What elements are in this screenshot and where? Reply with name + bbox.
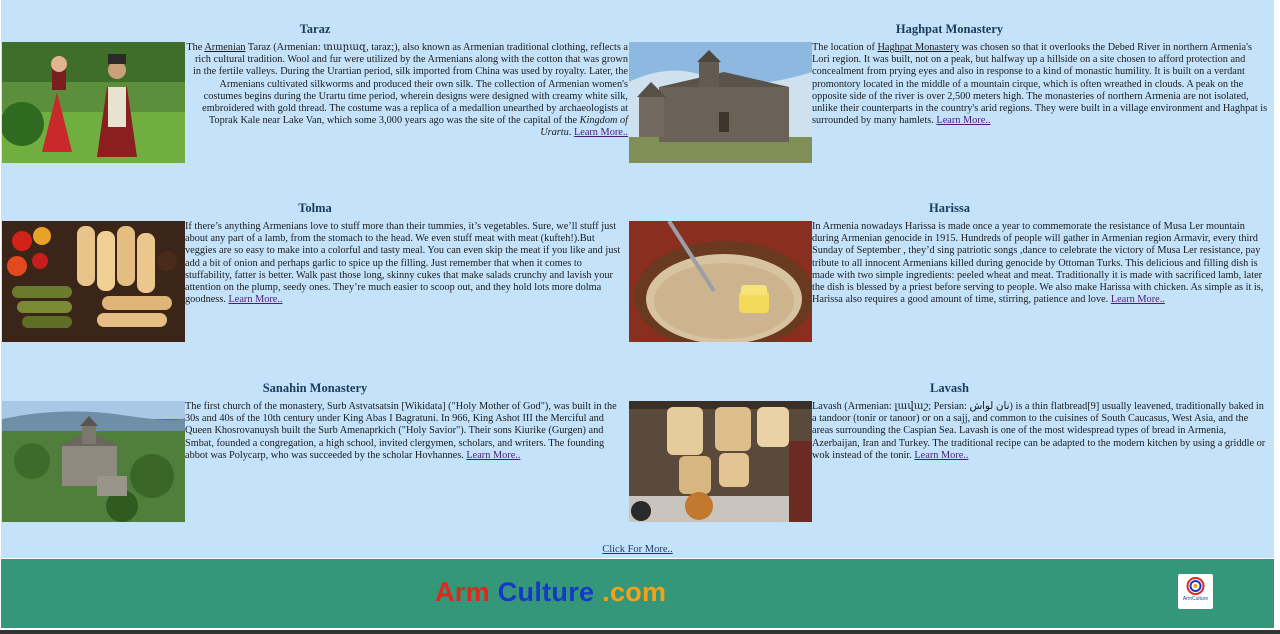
- harissa-image: [629, 221, 812, 342]
- card-text: In Armenia nowadays Harissa is made once…: [812, 221, 1264, 306]
- taraz-image: [2, 42, 185, 163]
- tolma-image: [2, 221, 185, 342]
- logo-emblem-icon: [1186, 577, 1205, 595]
- learn-more-link[interactable]: Learn More..: [914, 450, 968, 461]
- content-area: Taraz The Armenian Taraz (Armenian: տարա…: [1, 0, 1274, 558]
- card-text: If there’s anything Armenians love to st…: [185, 221, 621, 306]
- card-haghpat-monastery: Haghpat Monastery The location of Haghpa…: [629, 22, 1270, 172]
- brand-part-arm: Arm: [435, 577, 490, 607]
- card-text: The first church of the monastery, Surb …: [185, 401, 617, 461]
- card-title: Sanahin Monastery: [262, 381, 368, 395]
- card-taraz: Taraz The Armenian Taraz (Armenian: տարա…: [2, 22, 628, 172]
- brand-part-com: .com: [594, 577, 667, 607]
- card-sanahin-monastery: Sanahin Monastery The first church of th…: [2, 381, 628, 531]
- brand-wordmark[interactable]: Arm Culture .com: [435, 577, 666, 608]
- learn-more-link[interactable]: Learn More..: [936, 115, 990, 126]
- learn-more-link[interactable]: Learn More..: [466, 450, 520, 461]
- card-tolma: Tolma If there’s anything Armenians love…: [2, 201, 628, 351]
- card-title: Tolma: [298, 201, 332, 215]
- card-title: Harissa: [929, 201, 970, 215]
- card-title: Taraz: [299, 22, 331, 36]
- learn-more-link[interactable]: Learn More..: [574, 127, 628, 138]
- click-for-more-link[interactable]: Click For More..: [602, 544, 673, 555]
- learn-more-link[interactable]: Learn More..: [228, 294, 282, 305]
- window-bottom-edge: [0, 630, 1280, 634]
- lavash-image: [629, 401, 812, 522]
- logo-caption: ArmCulture: [1182, 596, 1209, 602]
- card-title: Haghpat Monastery: [895, 22, 1004, 36]
- armenian-link[interactable]: Armenian: [204, 42, 245, 53]
- card-text: The location of Haghpat Monastery was ch…: [812, 42, 1268, 127]
- brand-logo[interactable]: ArmCulture: [1178, 574, 1213, 609]
- haghpat-image: [629, 42, 812, 163]
- click-more-container: Click For More..: [1, 544, 1274, 555]
- card-title: Lavash: [930, 381, 969, 395]
- card-text: Lavash (Armenian: լավաշ; Persian: نان لو…: [812, 401, 1266, 461]
- card-lavash: Lavash Lavash (Armenian: լավաշ; Persian:…: [629, 381, 1270, 531]
- card-harissa: Harissa In Armenia nowadays Harissa is m…: [629, 201, 1270, 351]
- learn-more-link[interactable]: Learn More..: [1111, 294, 1165, 305]
- card-text: The Armenian Taraz (Armenian: տարազ, tar…: [186, 42, 628, 139]
- haghpat-monastery-link[interactable]: Haghpat Monastery: [877, 42, 959, 53]
- sanahin-image: [2, 401, 185, 522]
- footer: Arm Culture .com ArmCulture: [1, 559, 1274, 628]
- brand-part-culture: Culture: [497, 577, 595, 607]
